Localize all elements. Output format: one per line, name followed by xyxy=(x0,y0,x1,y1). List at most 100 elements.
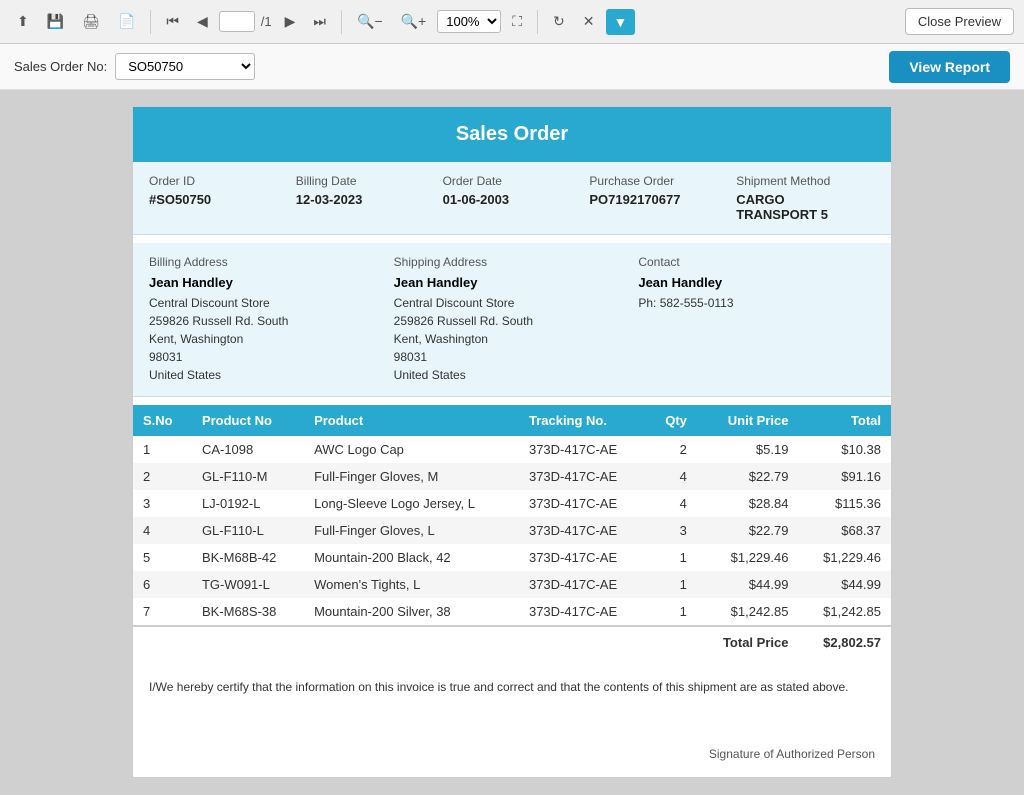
table-row: 4 GL-F110-L Full-Finger Gloves, L 373D-4… xyxy=(133,517,891,544)
cell-qty: 4 xyxy=(647,490,696,517)
table-row: 5 BK-M68B-42 Mountain-200 Black, 42 373D… xyxy=(133,544,891,571)
shipping-address-label: Shipping Address xyxy=(394,255,623,269)
cell-sno: 5 xyxy=(133,544,192,571)
cell-total: $91.16 xyxy=(798,463,891,490)
cell-unit-price: $22.79 xyxy=(697,463,799,490)
cell-product-no: TG-W091-L xyxy=(192,571,304,598)
refresh-btn[interactable]: ↻ xyxy=(546,8,572,35)
separator-2 xyxy=(341,10,342,34)
order-id-cell: Order ID #SO50750 xyxy=(149,174,288,222)
cell-qty: 1 xyxy=(647,571,696,598)
cell-product-no: CA-1098 xyxy=(192,436,304,463)
print-icon-btn[interactable]: 🖨 xyxy=(75,8,107,35)
cell-qty: 2 xyxy=(647,436,696,463)
cell-product-no: GL-F110-L xyxy=(192,517,304,544)
save-icon-btn[interactable]: 💾 xyxy=(40,8,71,35)
contact-phone: Ph: 582-555-0113 xyxy=(638,294,867,312)
filter-btn[interactable]: ▼ xyxy=(606,9,636,35)
total-price-value: $2,802.57 xyxy=(798,626,891,658)
shipping-address-col: Shipping Address Jean Handley Central Di… xyxy=(386,255,631,384)
zoom-out-btn[interactable]: 🔍− xyxy=(350,8,390,35)
last-page-btn[interactable]: ⏭ xyxy=(306,8,333,35)
shipping-address-text: Central Discount Store 259826 Russell Rd… xyxy=(394,294,623,384)
cell-product: Full-Finger Gloves, L xyxy=(304,517,519,544)
sales-order-label: Sales Order No: xyxy=(14,59,107,74)
cell-product-no: LJ-0192-L xyxy=(192,490,304,517)
view-report-button[interactable]: View Report xyxy=(889,51,1010,83)
cell-product-no: BK-M68B-42 xyxy=(192,544,304,571)
prev-page-btn[interactable]: ◀ xyxy=(190,8,215,35)
cell-unit-price: $22.79 xyxy=(697,517,799,544)
shipment-method-cell: Shipment Method CARGO TRANSPORT 5 xyxy=(728,174,875,222)
cell-product: Long-Sleeve Logo Jersey, L xyxy=(304,490,519,517)
billing-address-label: Billing Address xyxy=(149,255,378,269)
cell-qty: 4 xyxy=(647,463,696,490)
col-total: Total xyxy=(798,405,891,436)
cell-sno: 6 xyxy=(133,571,192,598)
order-date-label: Order Date xyxy=(443,174,574,188)
page-total: /1 xyxy=(259,14,274,29)
cell-qty: 1 xyxy=(647,544,696,571)
sales-order-select[interactable]: SO50750 xyxy=(115,53,255,80)
cell-tracking: 373D-417C-AE xyxy=(519,571,647,598)
export-icon-btn[interactable]: 📄 xyxy=(111,8,142,35)
col-sno: S.No xyxy=(133,405,192,436)
cell-tracking: 373D-417C-AE xyxy=(519,463,647,490)
address-section: Billing Address Jean Handley Central Dis… xyxy=(133,243,891,397)
main-content: Sales Order Order ID #SO50750 Billing Da… xyxy=(0,90,1024,795)
cell-tracking: 373D-417C-AE xyxy=(519,517,647,544)
cell-sno: 3 xyxy=(133,490,192,517)
cell-tracking: 373D-417C-AE xyxy=(519,490,647,517)
purchase-order-value: PO7192170677 xyxy=(589,192,720,207)
close-btn[interactable]: ✕ xyxy=(576,8,602,35)
col-tracking: Tracking No. xyxy=(519,405,647,436)
cell-qty: 1 xyxy=(647,598,696,626)
total-spacer xyxy=(133,626,697,658)
table-row: 2 GL-F110-M Full-Finger Gloves, M 373D-4… xyxy=(133,463,891,490)
total-row: Total Price $2,802.57 xyxy=(133,626,891,658)
contact-label: Contact xyxy=(638,255,867,269)
close-preview-button[interactable]: Close Preview xyxy=(905,8,1014,35)
footer-note: I/We hereby certify that the information… xyxy=(133,658,891,707)
cell-total: $10.38 xyxy=(798,436,891,463)
upload-icon-btn[interactable]: ⬆ xyxy=(10,8,36,35)
first-page-btn[interactable]: ⏮ xyxy=(159,8,186,35)
report-title: Sales Order xyxy=(133,107,891,162)
next-page-btn[interactable]: ▶ xyxy=(278,8,303,35)
cell-product: AWC Logo Cap xyxy=(304,436,519,463)
cell-unit-price: $1,242.85 xyxy=(697,598,799,626)
col-product-no: Product No xyxy=(192,405,304,436)
order-date-value: 01-06-2003 xyxy=(443,192,574,207)
signature-line: Signature of Authorized Person xyxy=(133,707,891,777)
cell-tracking: 373D-417C-AE xyxy=(519,544,647,571)
zoom-select[interactable]: 50% 75% 100% 125% 150% 200% xyxy=(437,10,501,33)
cell-product: Women's Tights, L xyxy=(304,571,519,598)
cell-total: $44.99 xyxy=(798,571,891,598)
billing-date-value: 12-03-2023 xyxy=(296,192,427,207)
cell-sno: 2 xyxy=(133,463,192,490)
cell-product: Full-Finger Gloves, M xyxy=(304,463,519,490)
shipment-method-label: Shipment Method xyxy=(736,174,867,188)
order-id-label: Order ID xyxy=(149,174,280,188)
order-id-value: #SO50750 xyxy=(149,192,280,207)
billing-address-text: Central Discount Store 259826 Russell Rd… xyxy=(149,294,378,384)
toolbar: ⬆ 💾 🖨 📄 ⏮ ◀ 1 /1 ▶ ⏭ 🔍− 🔍+ 50% 75% 100% … xyxy=(0,0,1024,44)
billing-address-col: Billing Address Jean Handley Central Dis… xyxy=(149,255,386,384)
billing-address-name: Jean Handley xyxy=(149,275,378,290)
items-table: S.No Product No Product Tracking No. Qty… xyxy=(133,405,891,658)
cell-qty: 3 xyxy=(647,517,696,544)
shipment-method-value: CARGO TRANSPORT 5 xyxy=(736,192,867,222)
col-product: Product xyxy=(304,405,519,436)
purchase-order-cell: Purchase Order PO7192170677 xyxy=(581,174,728,222)
col-unit-price: Unit Price xyxy=(697,405,799,436)
page-number-input[interactable]: 1 xyxy=(219,11,255,32)
table-row: 3 LJ-0192-L Long-Sleeve Logo Jersey, L 3… xyxy=(133,490,891,517)
report-document: Sales Order Order ID #SO50750 Billing Da… xyxy=(132,106,892,778)
separator-3 xyxy=(537,10,538,34)
fit-page-btn[interactable]: ⛶ xyxy=(505,8,529,35)
cell-total: $1,242.85 xyxy=(798,598,891,626)
cell-tracking: 373D-417C-AE xyxy=(519,598,647,626)
cell-unit-price: $44.99 xyxy=(697,571,799,598)
order-date-cell: Order Date 01-06-2003 xyxy=(435,174,582,222)
zoom-in-btn[interactable]: 🔍+ xyxy=(394,8,434,35)
